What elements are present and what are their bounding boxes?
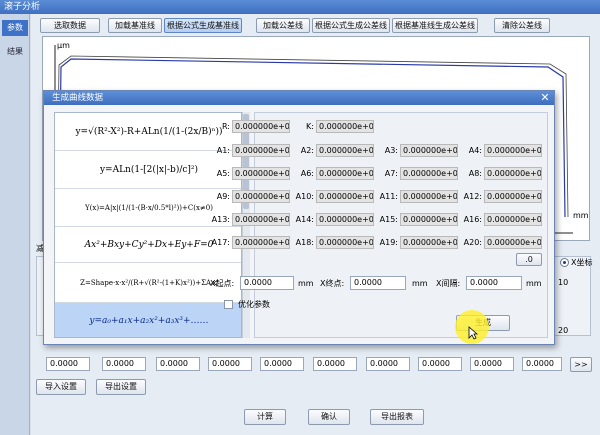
coeff-label: A9:	[216, 192, 230, 201]
coeff-label: A20:	[463, 238, 482, 247]
export-settings-button[interactable]: 导出设置	[96, 379, 146, 395]
edge-label-10: 10	[558, 278, 569, 287]
mouse-pointer-icon	[468, 326, 478, 340]
calculate-button[interactable]: 计算	[244, 409, 286, 425]
coeff-label: A4:	[468, 146, 482, 155]
value-field[interactable]: 0.0000	[418, 357, 462, 371]
import-settings-button[interactable]: 导入设置	[36, 379, 86, 395]
coeff-value[interactable]: 0.000000e+00	[316, 144, 374, 157]
value-field[interactable]: 0.0000	[260, 357, 304, 371]
load-baseline-button[interactable]: 加载基准线	[108, 18, 162, 33]
x-end-label: X终点:	[320, 279, 345, 288]
coeff-value[interactable]: 0.000000e+00	[316, 190, 374, 203]
formula-item-selected[interactable]: y=a₀+a₁x+a₂x²+a₃x³+……	[55, 303, 241, 337]
value-field[interactable]: 0.0000	[313, 357, 357, 371]
x-coordinate-label: X坐标	[571, 258, 593, 267]
coeff-value[interactable]: 0.000000e+00	[232, 167, 290, 180]
r-value[interactable]: 0.000000e+00	[232, 120, 290, 133]
x-end-unit: mm	[412, 279, 428, 288]
x-coordinate-radio[interactable]	[560, 258, 569, 267]
coeff-value[interactable]: 0.000000e+00	[400, 144, 458, 157]
coeff-label: A12:	[463, 192, 482, 201]
clear-tolerance-button[interactable]: 清除公差线	[494, 18, 550, 33]
coeff-value[interactable]: 0.000000e+00	[484, 213, 542, 226]
r-label: R:	[221, 122, 230, 131]
coeff-label: A5:	[216, 169, 230, 178]
k-value[interactable]: 0.000000e+00	[316, 120, 374, 133]
coeff-label: A13:	[211, 215, 230, 224]
coeff-label: A14:	[295, 215, 314, 224]
left-nav: 参数 结果	[0, 14, 30, 435]
k-label: K:	[306, 122, 314, 131]
coeff-label: A15:	[379, 215, 398, 224]
coeff-label: A6:	[300, 169, 314, 178]
coeff-value[interactable]: 0.000000e+00	[232, 213, 290, 226]
optimize-checkbox[interactable]	[224, 300, 233, 309]
coeff-value[interactable]: 0.000000e+00	[232, 190, 290, 203]
optimize-label: 优化参数	[238, 300, 270, 309]
nav-tab-params[interactable]: 参数	[2, 20, 28, 36]
confirm-button[interactable]: 确认	[308, 409, 350, 425]
x-start-label: X起点:	[210, 279, 235, 288]
coeff-label: A17:	[211, 238, 230, 247]
x-end-input[interactable]: 0.0000	[350, 276, 406, 290]
close-icon[interactable]: ✕	[538, 92, 552, 104]
export-report-button[interactable]: 导出报表	[370, 409, 424, 425]
coeff-value[interactable]: 0.000000e+00	[400, 190, 458, 203]
coeff-label: A16:	[463, 215, 482, 224]
formula-baseline-button[interactable]: 根据公式生成基准线	[164, 18, 242, 33]
coeff-label: A11:	[379, 192, 398, 201]
value-field[interactable]: 0.0000	[522, 357, 562, 371]
coeff-value[interactable]: 0.000000e+00	[484, 236, 542, 249]
baseline-tolerance-button[interactable]: 根据基准线生成公差线	[392, 18, 478, 33]
x-start-input[interactable]: 0.0000	[240, 276, 294, 290]
window-title: 滚子分析	[0, 0, 600, 14]
more-columns-button[interactable]: >>	[570, 357, 592, 372]
coeff-value[interactable]: 0.000000e+00	[232, 236, 290, 249]
coeff-value[interactable]: 0.000000e+00	[400, 236, 458, 249]
value-field[interactable]: 0.0000	[102, 357, 146, 371]
value-field[interactable]: 0.0000	[156, 357, 200, 371]
load-tolerance-button[interactable]: 加载公差线	[256, 18, 310, 33]
coeff-label: A19:	[379, 238, 398, 247]
coeff-value[interactable]: 0.000000e+00	[484, 190, 542, 203]
coeff-value[interactable]: 0.000000e+00	[232, 144, 290, 157]
coeff-value[interactable]: 0.000000e+00	[400, 213, 458, 226]
value-field[interactable]: 0.0000	[208, 357, 252, 371]
coeff-label: A1:	[216, 146, 230, 155]
coeff-label: A7:	[384, 169, 398, 178]
value-field[interactable]: 0.0000	[46, 357, 90, 371]
x-unit-label: mm	[573, 211, 589, 220]
coeff-label: A10:	[295, 192, 314, 201]
value-field[interactable]: 0.0000	[470, 357, 514, 371]
coeff-label: A8:	[468, 169, 482, 178]
coeff-label: A2:	[300, 146, 314, 155]
coeff-value[interactable]: 0.000000e+00	[400, 167, 458, 180]
dialog-title: 生成曲线数据	[44, 91, 554, 105]
x-step-label: X间隔:	[436, 279, 461, 288]
select-data-button[interactable]: 选取数据	[40, 18, 100, 33]
nav-tab-results[interactable]: 结果	[2, 44, 28, 60]
value-field[interactable]: 0.0000	[366, 357, 410, 371]
coeff-value[interactable]: 0.000000e+00	[484, 144, 542, 157]
decimal-button[interactable]: .0	[516, 253, 542, 266]
coeff-value[interactable]: 0.000000e+00	[316, 167, 374, 180]
x-start-unit: mm	[298, 279, 314, 288]
y-unit-label: μm	[57, 41, 70, 50]
coeff-label: A18:	[295, 238, 314, 247]
x-step-unit: mm	[526, 279, 542, 288]
generate-curve-dialog: 生成曲线数据 ✕ y=√(R²-X²)-R+ALn(1/(1-(2x/B)ⁿ))…	[43, 90, 555, 345]
coeff-value[interactable]: 0.000000e+00	[316, 213, 374, 226]
edge-label-20: 20	[558, 326, 569, 335]
x-step-input[interactable]: 0.0000	[466, 276, 522, 290]
coeff-value[interactable]: 0.000000e+00	[316, 236, 374, 249]
formula-tolerance-button[interactable]: 根据公式生成公差线	[312, 18, 390, 33]
coeff-value[interactable]: 0.000000e+00	[484, 167, 542, 180]
coeff-label: A3:	[384, 146, 398, 155]
